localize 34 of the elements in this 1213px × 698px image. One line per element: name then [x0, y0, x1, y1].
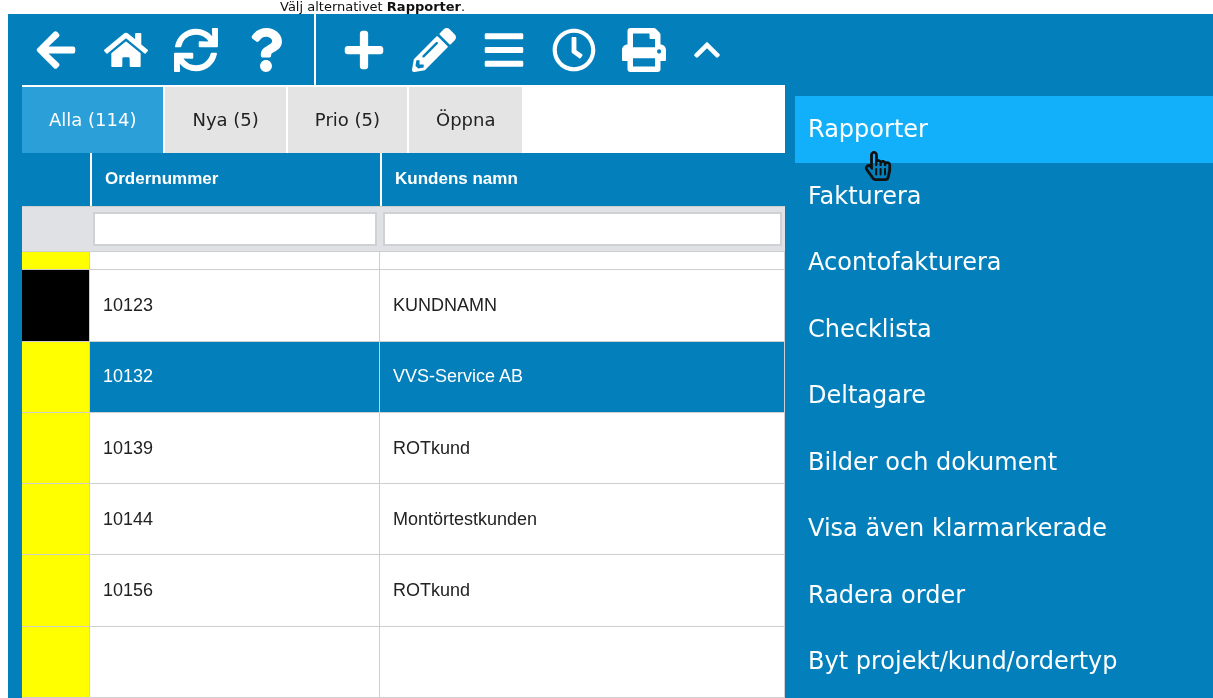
table-cell: 10132 — [90, 341, 380, 412]
filter-field[interactable] — [93, 212, 377, 246]
header-cell — [22, 152, 90, 207]
tab[interactable]: Öppna — [409, 87, 525, 153]
menu-item[interactable]: Bilder och dokument — [795, 428, 1213, 495]
column-header[interactable]: Kundens namn — [380, 152, 785, 207]
table-row[interactable]: 10156 ROTkund — [22, 555, 785, 627]
tab[interactable]: Alla (114) — [22, 87, 166, 153]
tab[interactable]: Nya (5) — [165, 87, 288, 153]
menu-item[interactable]: Rapporter — [795, 96, 1213, 163]
filter-field[interactable] — [383, 212, 782, 246]
clock-icon[interactable] — [552, 27, 596, 72]
refresh-icon[interactable] — [174, 27, 218, 72]
menu-item[interactable]: Deltagare — [795, 362, 1213, 429]
table-row[interactable]: 10144 Montörtestkunden — [22, 484, 785, 556]
pencil-icon[interactable] — [412, 27, 456, 72]
table-cell: 10123 — [90, 270, 380, 341]
table-row[interactable]: 10132 VVS-Service AB — [22, 341, 785, 413]
tab[interactable]: Prio (5) — [287, 87, 409, 153]
hand-cursor-icon — [863, 151, 893, 181]
menu-item[interactable]: Visa även klarmarkerade — [795, 495, 1213, 562]
column-header[interactable]: Ordernummer — [90, 152, 380, 207]
table-row[interactable]: 10139 ROTkund — [22, 412, 785, 485]
table-cell: 10144 — [90, 484, 380, 555]
table-cell: 10139 — [90, 412, 380, 484]
instruction-text: Välj alternativet Rapporter. — [279, 0, 467, 14]
menu-item[interactable]: Checklista — [795, 295, 1213, 362]
printer-icon[interactable] — [622, 27, 666, 72]
table-cell: 10156 — [90, 555, 380, 626]
menu-item[interactable]: Fakturera — [795, 162, 1213, 229]
menu-item[interactable]: Acontofakturera — [795, 229, 1213, 296]
menu-item[interactable]: Byt projekt/kund/ordertyp — [795, 628, 1213, 695]
table-row[interactable]: 10123 KUNDNAMN — [22, 270, 785, 342]
menu-item[interactable]: Radera order — [795, 561, 1213, 628]
